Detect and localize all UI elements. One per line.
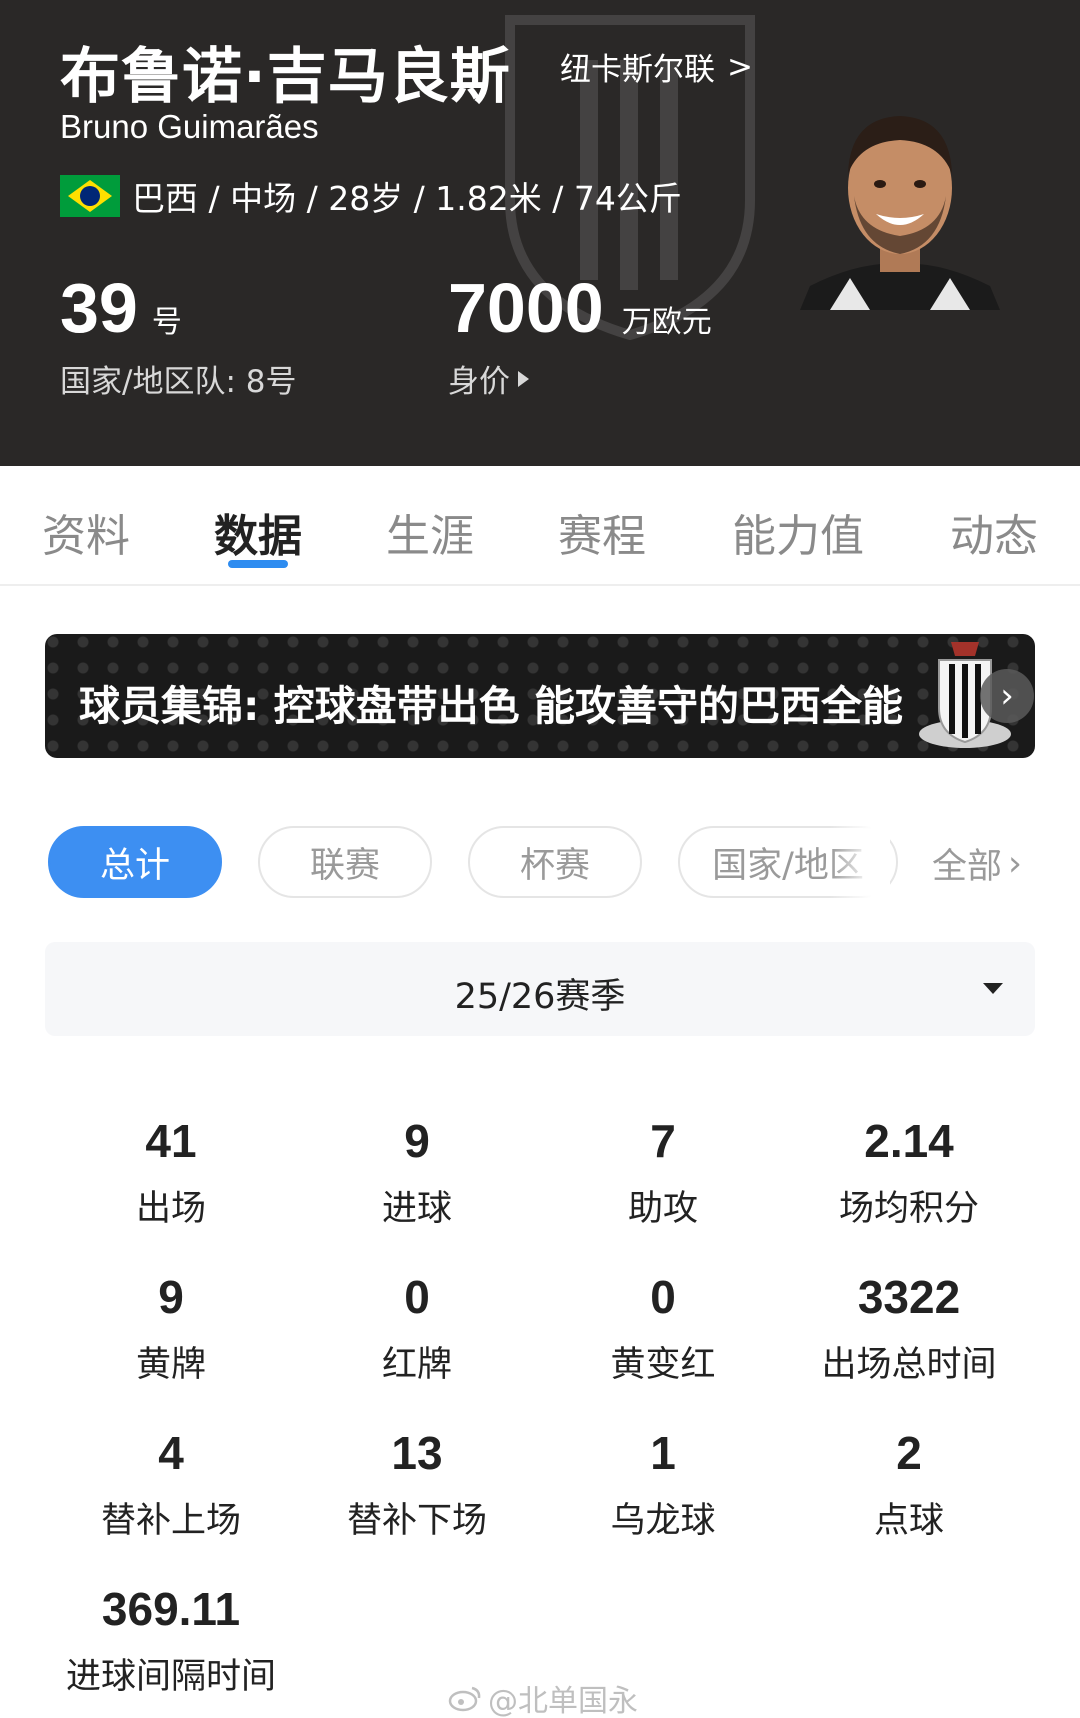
shirt-number-block: 39 号 [60, 268, 182, 348]
stat-value: 13 [391, 1427, 443, 1479]
stat-value: 3322 [857, 1271, 961, 1323]
brazil-flag-icon [60, 175, 120, 217]
player-info-row: 巴西 / 中场 / 28岁 / 1.82米 / 74公斤 [60, 172, 682, 220]
stat-label: 乌龙球 [610, 1501, 716, 1541]
stat-label: 黄牌 [135, 1345, 206, 1385]
highlights-banner[interactable]: 球员集锦: 控球盘带出色 能攻善守的巴西全能 › [45, 634, 1035, 758]
stat-assists: 7 助攻 [540, 1114, 786, 1231]
stat-value: 4 [158, 1427, 184, 1479]
stat-value: 2.14 [864, 1115, 954, 1167]
weibo-icon [448, 1686, 481, 1712]
tab-career[interactable]: 生涯 [386, 500, 474, 564]
shirt-number-unit: 号 [151, 305, 182, 340]
stat-second-yellow: 0 黄变红 [540, 1270, 786, 1387]
stat-label: 进球间隔时间 [65, 1657, 276, 1697]
filter-chip-cup[interactable]: 杯赛 [468, 826, 642, 898]
stat-label: 助攻 [627, 1189, 698, 1229]
season-label: 25/26赛季 [454, 977, 626, 1017]
market-value: 7000 [448, 269, 604, 347]
stat-label: 红牌 [381, 1345, 452, 1385]
stat-label: 出场 [135, 1189, 206, 1229]
stat-subbed-off: 13 替补下场 [294, 1426, 540, 1543]
stat-value: 0 [404, 1271, 430, 1323]
stat-yellow-cards: 9 黄牌 [48, 1270, 294, 1387]
stat-minutes-played: 3322 出场总时间 [786, 1270, 1032, 1387]
stat-subbed-on: 4 替补上场 [48, 1426, 294, 1543]
tab-stats[interactable]: 数据 [214, 500, 302, 564]
tab-profile[interactable]: 资料 [42, 500, 130, 564]
tab-schedule[interactable]: 赛程 [558, 500, 646, 564]
stat-own-goals: 1 乌龙球 [540, 1426, 786, 1543]
market-value-block: 7000 万欧元 [448, 268, 712, 348]
stat-label: 点球 [873, 1501, 944, 1541]
filter-all-button[interactable]: 全部 › [932, 838, 1022, 889]
stat-minutes-per-goal: 369.11 进球间隔时间 [48, 1582, 294, 1699]
stat-value: 9 [404, 1115, 430, 1167]
stat-value: 1 [650, 1427, 676, 1479]
player-name-en: Bruno Guimarães [60, 108, 319, 145]
watermark-text: @北单国永 [488, 1684, 638, 1718]
stat-appearances: 41 出场 [48, 1114, 294, 1231]
stat-value: 7 [650, 1115, 676, 1167]
tab-bar: 资料 数据 生涯 赛程 能力值 动态 [0, 466, 1080, 586]
highlights-banner-text: 球员集锦: 控球盘带出色 能攻善守的巴西全能 [79, 682, 903, 730]
player-info-text: 巴西 / 中场 / 28岁 / 1.82米 / 74公斤 [132, 179, 682, 218]
filter-all-label: 全部 [932, 847, 1003, 887]
stat-label: 进球 [381, 1189, 452, 1229]
player-name-cn: 布鲁诺·吉马良斯 [60, 42, 511, 112]
market-value-label: 身价 [448, 364, 510, 400]
stat-value: 9 [158, 1271, 184, 1323]
active-tab-indicator [228, 560, 288, 568]
player-avatar [800, 116, 1000, 310]
market-value-link[interactable]: 身价 [448, 356, 529, 401]
weibo-watermark: @北单国永 [448, 1676, 638, 1718]
triangle-right-icon [518, 370, 529, 387]
stat-label: 场均积分 [838, 1189, 979, 1229]
stat-goals: 9 进球 [294, 1114, 540, 1231]
club-link[interactable]: 纽卡斯尔联 > [560, 44, 753, 89]
season-selector[interactable]: 25/26赛季 [45, 942, 1035, 1036]
chevron-right-icon: › [1008, 843, 1023, 884]
stat-value: 41 [145, 1115, 197, 1167]
stat-value: 0 [650, 1271, 676, 1323]
stat-label: 替补下场 [346, 1501, 487, 1541]
stat-value: 369.11 [101, 1583, 241, 1635]
tab-ratings[interactable]: 能力值 [732, 500, 864, 564]
market-value-unit: 万欧元 [621, 305, 712, 340]
stat-value: 2 [896, 1427, 922, 1479]
shirt-number: 39 [60, 269, 138, 347]
stat-points-per-game: 2.14 场均积分 [786, 1114, 1032, 1231]
player-header: 布鲁诺·吉马良斯 纽卡斯尔联 > Bruno Guimarães 巴西 / 中场… [0, 0, 1080, 466]
chevron-right-icon: > [727, 48, 753, 85]
stat-penalties: 2 点球 [786, 1426, 1032, 1543]
chevron-right-icon[interactable]: › [980, 669, 1034, 723]
tab-news[interactable]: 动态 [950, 500, 1038, 564]
filter-chip-total[interactable]: 总计 [48, 826, 222, 898]
stat-label: 黄变红 [610, 1345, 716, 1385]
filter-chip-league[interactable]: 联赛 [258, 826, 432, 898]
stat-label: 替补上场 [100, 1501, 241, 1541]
stat-red-cards: 0 红牌 [294, 1270, 540, 1387]
stat-label: 出场总时间 [821, 1345, 997, 1385]
caret-down-icon [983, 983, 1003, 994]
club-name: 纽卡斯尔联 [560, 52, 715, 88]
national-team-number: 国家/地区队: 8号 [60, 364, 297, 400]
